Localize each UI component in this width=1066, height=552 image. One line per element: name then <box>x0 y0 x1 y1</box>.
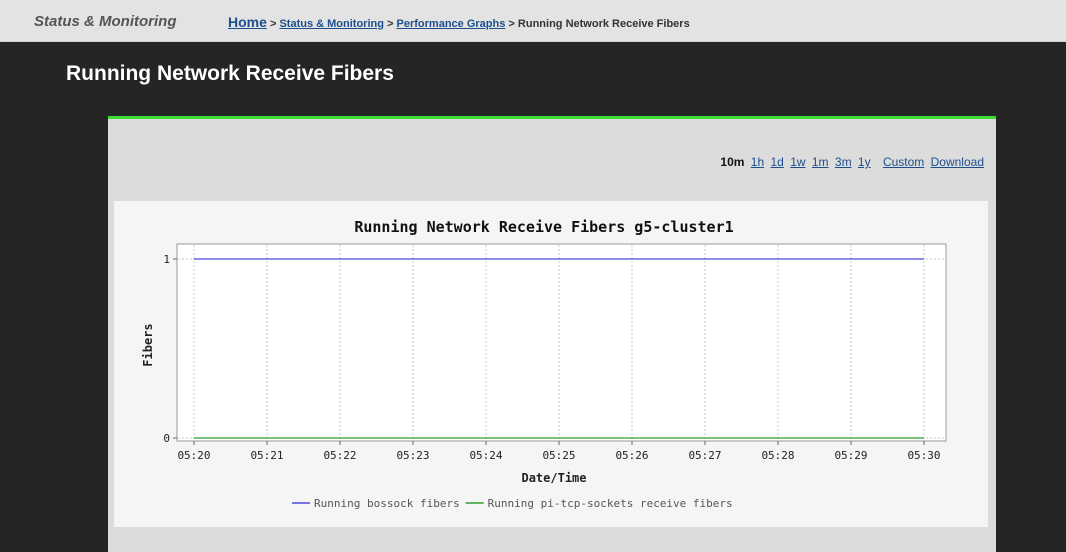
legend-label-2: Running pi-tcp-sockets receive fibers <box>488 497 733 510</box>
x-tick-label: 05:28 <box>761 449 794 462</box>
plot-area <box>176 243 947 442</box>
breadcrumb-home-link[interactable]: Home <box>228 14 267 30</box>
time-range-selector: 10m 1h 1d 1w 1m 3m 1y Custom Download <box>720 155 984 169</box>
section-title: Status & Monitoring <box>34 13 177 30</box>
x-tick-label: 05:26 <box>615 449 648 462</box>
x-tick-label: 05:20 <box>177 449 210 462</box>
x-tick-label: 05:21 <box>250 449 283 462</box>
x-tick-label: 05:30 <box>907 449 940 462</box>
range-10m-current: 10m <box>720 155 745 169</box>
y-axis-label: Fibers <box>141 323 155 366</box>
chart-legend: Running bossock fibers Running pi-tcp-soc… <box>292 497 733 510</box>
breadcrumb-graphs-link[interactable]: Performance Graphs <box>397 18 506 30</box>
range-3m-link[interactable]: 3m <box>835 155 852 169</box>
top-bar: Status & Monitoring Home > Status & Moni… <box>0 0 1066 42</box>
x-tick-label: 05:23 <box>396 449 429 462</box>
download-link[interactable]: Download <box>931 155 984 169</box>
breadcrumb-current: Running Network Receive Fibers <box>517 18 690 30</box>
y-tick-label: 1 <box>163 253 170 266</box>
breadcrumb-separator: > <box>387 18 394 30</box>
legend-label-1: Running bossock fibers <box>314 497 460 510</box>
x-tick-label: 05:29 <box>834 449 867 462</box>
chart-area: Running Network Receive Fibers g5-cluste… <box>114 201 988 527</box>
breadcrumb: Home > Status & Monitoring > Performance… <box>228 14 690 30</box>
y-tick-label: 0 <box>163 432 170 445</box>
breadcrumb-separator: > <box>508 18 515 30</box>
breadcrumb-separator: > <box>269 18 277 30</box>
range-1m-link[interactable]: 1m <box>812 155 829 169</box>
x-tick-label: 05:25 <box>542 449 575 462</box>
x-tick-label: 05:27 <box>688 449 721 462</box>
x-tick-label: 05:24 <box>469 449 502 462</box>
range-1d-link[interactable]: 1d <box>770 155 783 169</box>
x-tick-label: 05:22 <box>323 449 356 462</box>
range-1y-link[interactable]: 1y <box>858 155 871 169</box>
chart-title: Running Network Receive Fibers g5-cluste… <box>354 218 733 236</box>
breadcrumb-status-link[interactable]: Status & Monitoring <box>279 18 384 30</box>
range-1w-link[interactable]: 1w <box>790 155 805 169</box>
line-chart: Running Network Receive Fibers g5-cluste… <box>141 218 947 510</box>
range-1h-link[interactable]: 1h <box>751 155 764 169</box>
x-axis-label: Date/Time <box>521 471 586 485</box>
graph-panel: 10m 1h 1d 1w 1m 3m 1y Custom Download Ru… <box>108 116 996 552</box>
page-title: Running Network Receive Fibers <box>66 62 394 85</box>
custom-range-link[interactable]: Custom <box>883 155 924 169</box>
